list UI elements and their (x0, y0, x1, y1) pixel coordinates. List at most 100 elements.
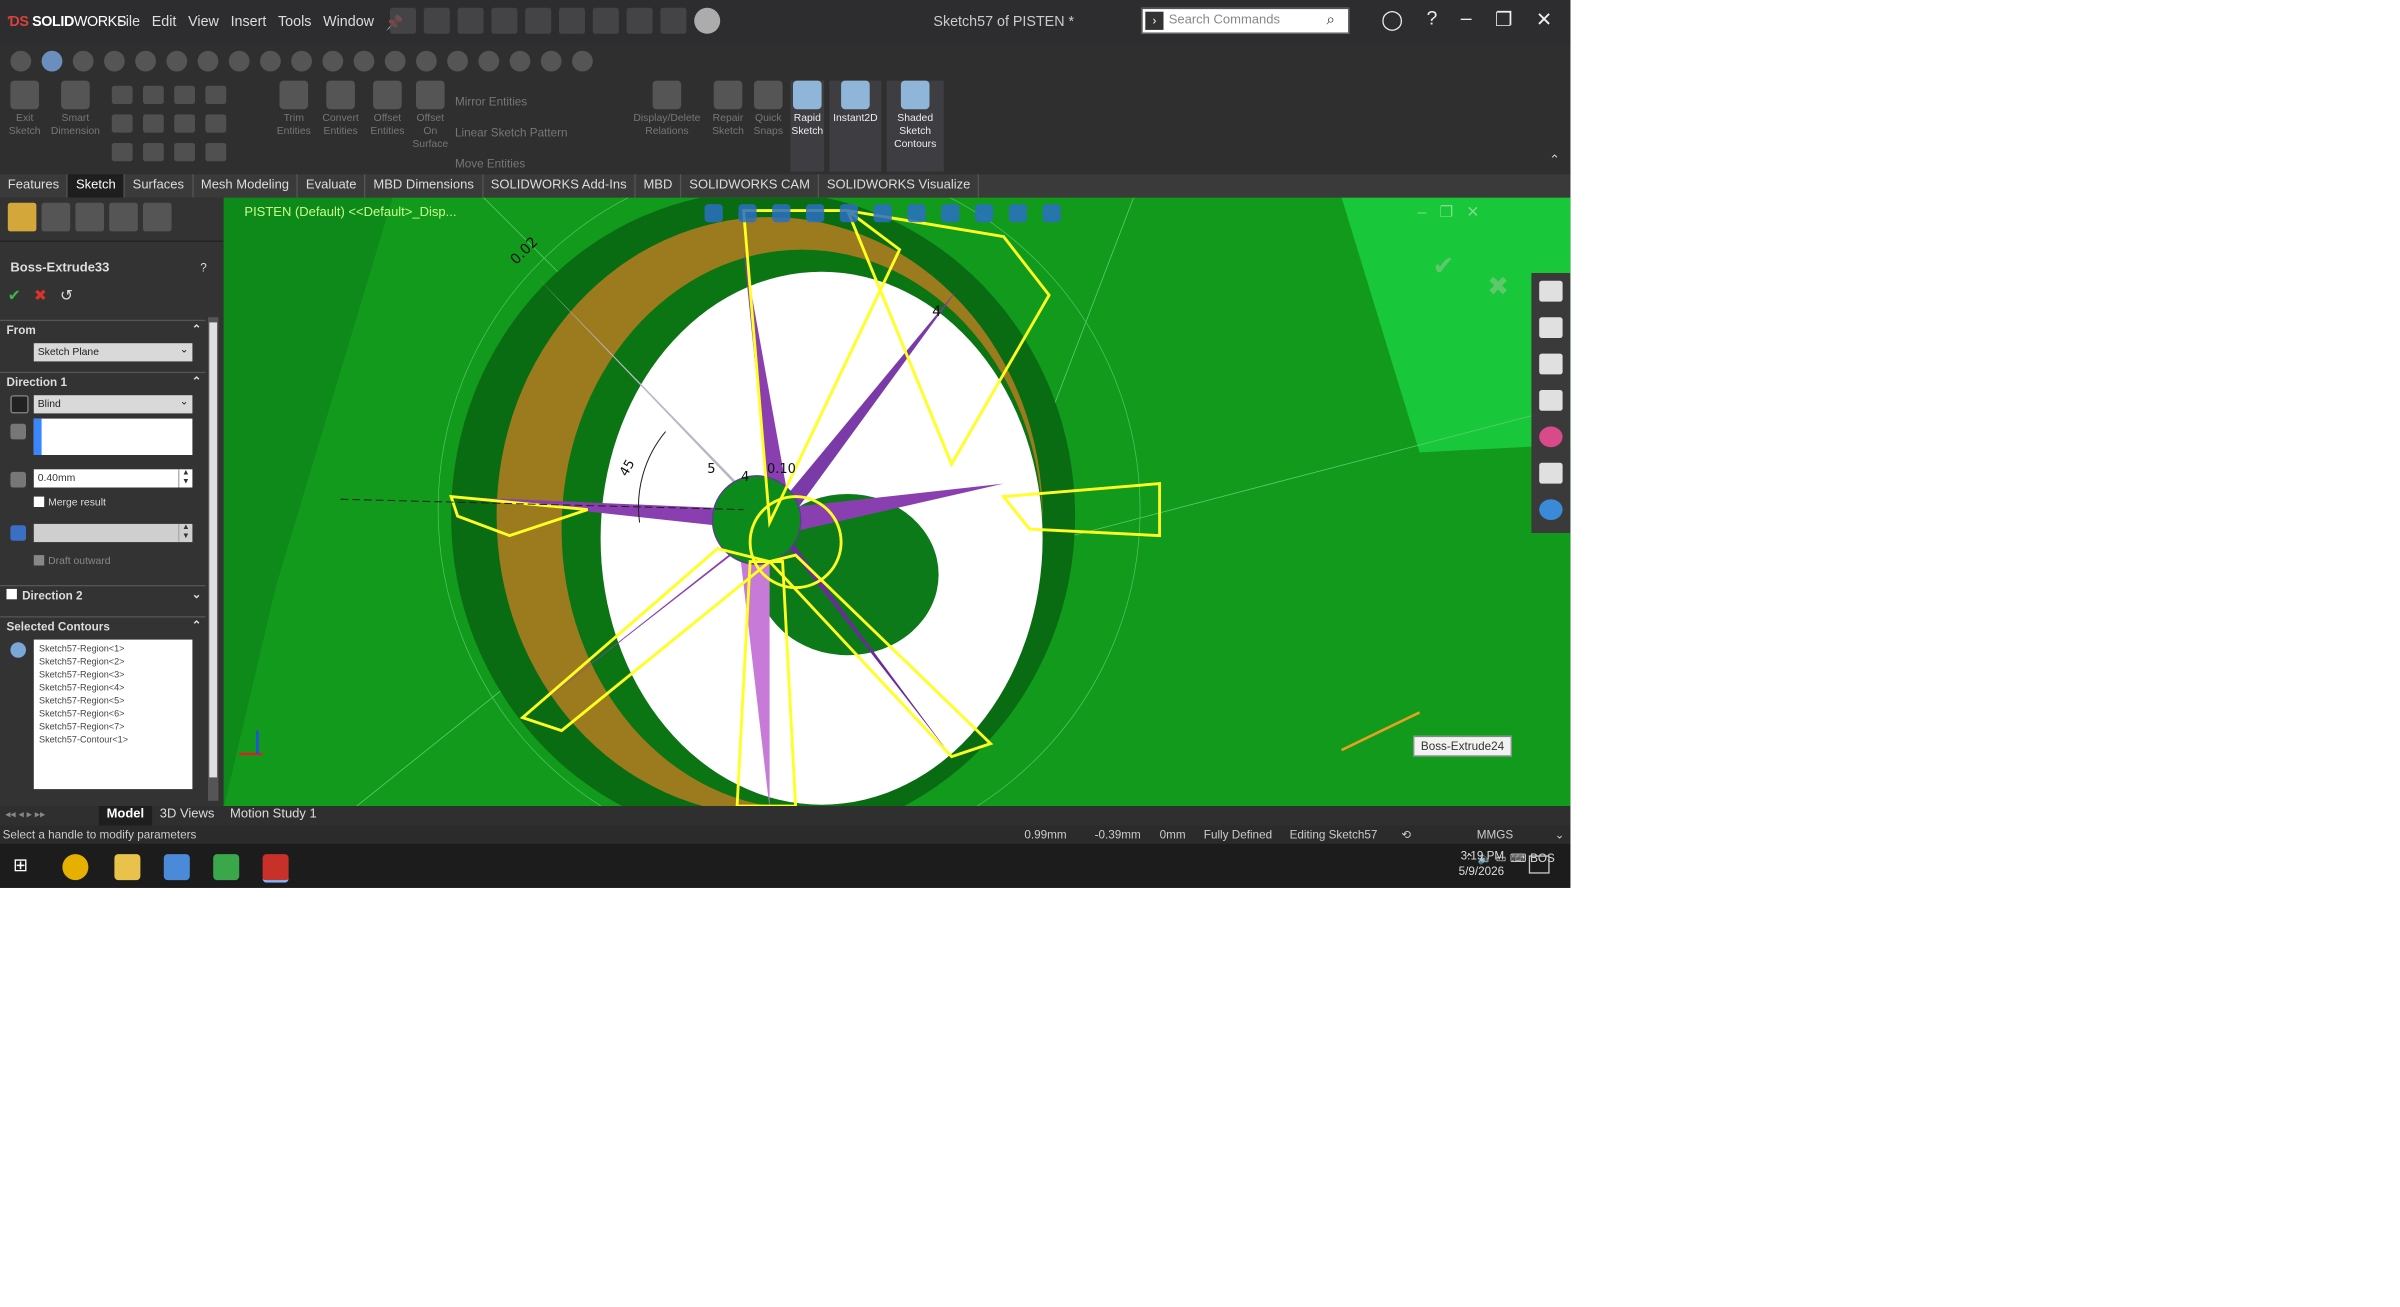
tab-3d-views[interactable]: 3D Views (152, 806, 222, 826)
display-style-icon[interactable] (873, 204, 892, 223)
dimension-label[interactable]: 4 (932, 304, 941, 320)
tool-icon[interactable] (540, 50, 562, 72)
tool-icon[interactable] (353, 50, 375, 72)
tool-icon[interactable] (135, 50, 156, 72)
tool-icon[interactable] (72, 50, 94, 72)
tab-mbd[interactable]: MBD (636, 174, 682, 198)
restore-icon[interactable]: ❐ (1439, 203, 1453, 221)
edit-appearance-icon[interactable] (941, 204, 960, 223)
tab-surfaces[interactable]: Surfaces (125, 174, 194, 198)
tool-icon[interactable] (166, 50, 188, 72)
zoom-area-icon[interactable] (738, 204, 757, 223)
undo-icon[interactable] (559, 7, 585, 34)
minimize-icon[interactable]: – (1418, 203, 1427, 221)
collapse-icon[interactable]: ⌃ (192, 619, 202, 633)
close-icon[interactable]: ✕ (1466, 203, 1479, 221)
appearances-icon[interactable] (1539, 426, 1563, 448)
draft-outward-checkbox[interactable]: Draft outward (33, 555, 111, 567)
list-item[interactable]: Sketch57-Region<7> (39, 722, 187, 735)
home-icon[interactable] (1539, 280, 1563, 302)
list-item[interactable]: Sketch57-Region<2> (39, 657, 187, 670)
restore-icon[interactable]: ❐ (1495, 8, 1512, 31)
spreadsheet-icon[interactable] (213, 854, 240, 881)
home-icon[interactable] (390, 7, 416, 34)
notifications-icon[interactable] (1528, 855, 1550, 874)
spline-icon[interactable] (174, 85, 195, 104)
dimension-label[interactable]: 4 (741, 470, 749, 485)
tab-features[interactable]: Features (0, 174, 69, 198)
tab-mbd-dimensions[interactable]: MBD Dimensions (366, 174, 483, 198)
tool-icon[interactable] (10, 50, 32, 72)
open-icon[interactable] (457, 7, 484, 34)
mirror-entities-button[interactable]: Mirror Entities (455, 86, 568, 117)
close-icon[interactable]: ✕ (1536, 8, 1552, 31)
direction2-checkbox[interactable] (6, 588, 17, 600)
selected-contours-header[interactable]: Selected Contours ⌃ (0, 616, 206, 635)
file-properties-icon[interactable] (660, 7, 687, 34)
exit-sketch-button[interactable]: Exit Sketch (5, 80, 44, 138)
arc-icon[interactable] (143, 114, 164, 133)
property-manager-scrollbar[interactable] (208, 317, 219, 801)
fillet-icon[interactable] (205, 114, 227, 133)
merge-result-checkbox[interactable]: Merge result (33, 496, 106, 508)
confirmation-corner-check-icon[interactable]: ✔ (1433, 250, 1455, 282)
help-icon[interactable]: ? (200, 261, 207, 274)
tab-motion-study[interactable]: Motion Study 1 (222, 806, 324, 826)
list-item[interactable]: Sketch57-Region<3> (39, 670, 187, 683)
line-icon[interactable] (111, 85, 133, 104)
graphics-area[interactable]: 0.02 4 45 4 5 0.10 PISTEN (Default) <<De… (223, 197, 1571, 807)
tab-cam[interactable]: SOLIDWORKS CAM (681, 174, 820, 198)
list-item[interactable]: Sketch57-Region<6> (39, 709, 187, 722)
app-logo[interactable]: ƊS SOLIDWORKS (8, 14, 127, 30)
text-icon[interactable] (205, 85, 227, 104)
draft-angle-input[interactable]: ▲ ▼ (33, 523, 193, 543)
tool-icon[interactable] (384, 50, 406, 72)
from-section-header[interactable]: From ⌃ (0, 319, 206, 338)
smart-dimension-button[interactable]: Smart Dimension (47, 80, 104, 138)
tool-icon[interactable] (322, 50, 344, 72)
slot-icon[interactable] (111, 143, 133, 162)
list-item[interactable]: Sketch57-Region<5> (39, 696, 187, 709)
help-icon[interactable]: ? (1426, 8, 1437, 31)
file-explorer-icon[interactable] (114, 854, 141, 881)
confirmation-corner-cancel-icon[interactable]: ✖ (1487, 270, 1509, 303)
windows-start-icon[interactable]: ⊞ (13, 854, 39, 880)
collapse-icon[interactable]: ⌃ (192, 374, 202, 388)
view-palette-icon[interactable] (1539, 390, 1563, 411)
menu-file[interactable]: File (117, 14, 140, 31)
previous-view-icon[interactable] (772, 204, 791, 223)
system-clock[interactable]: 3:19 PM 5/9/2026 (1459, 848, 1505, 879)
rapid-sketch-button[interactable]: Rapid Sketch (790, 80, 825, 172)
custom-properties-icon[interactable] (1539, 462, 1563, 484)
scroll-thumb[interactable] (209, 322, 218, 778)
tab-sketch[interactable]: Sketch (68, 174, 125, 198)
section-view-icon[interactable] (806, 204, 825, 223)
forum-icon[interactable] (1539, 499, 1563, 520)
plane-icon[interactable] (205, 143, 227, 162)
offset-on-surface-button[interactable]: Offset On Surface (411, 80, 450, 151)
tool-icon[interactable] (104, 50, 125, 72)
tool-icon[interactable] (478, 50, 500, 72)
tab-visualize[interactable]: SOLIDWORKS Visualize (819, 174, 980, 198)
list-item[interactable]: Sketch57-Region<1> (39, 644, 187, 657)
display-manager-icon[interactable] (143, 202, 172, 232)
property-manager-icon[interactable] (41, 202, 71, 232)
tool-icon[interactable] (260, 50, 281, 72)
instant2d-button[interactable]: Instant2D (829, 80, 882, 172)
configuration-manager-icon[interactable] (75, 202, 104, 232)
menu-insert[interactable]: Insert (231, 14, 267, 31)
collapse-icon[interactable]: ⌃ (192, 322, 202, 336)
search-icon[interactable]: ⌕ (1326, 10, 1335, 30)
list-item[interactable]: Sketch57-Contour<1> (39, 735, 187, 748)
solidworks-taskbar-icon[interactable] (262, 854, 289, 883)
print-icon[interactable] (525, 7, 552, 34)
collapse-ribbon-icon[interactable]: ⌃ (1549, 153, 1560, 167)
hide-show-icon[interactable] (907, 204, 926, 223)
trim-entities-button[interactable]: Trim Entities (273, 80, 315, 138)
feature-tree-flyout[interactable]: PISTEN (Default) <<Default>_Disp... (244, 205, 456, 219)
circle-icon[interactable] (143, 85, 164, 104)
spin-arrows-icon[interactable]: ▲ ▼ (178, 469, 192, 488)
contours-list[interactable]: Sketch57-Region<1> Sketch57-Region<2> Sk… (33, 639, 193, 790)
cancel-x-icon[interactable]: ✖ (34, 286, 47, 304)
tool-icon[interactable] (228, 50, 250, 72)
